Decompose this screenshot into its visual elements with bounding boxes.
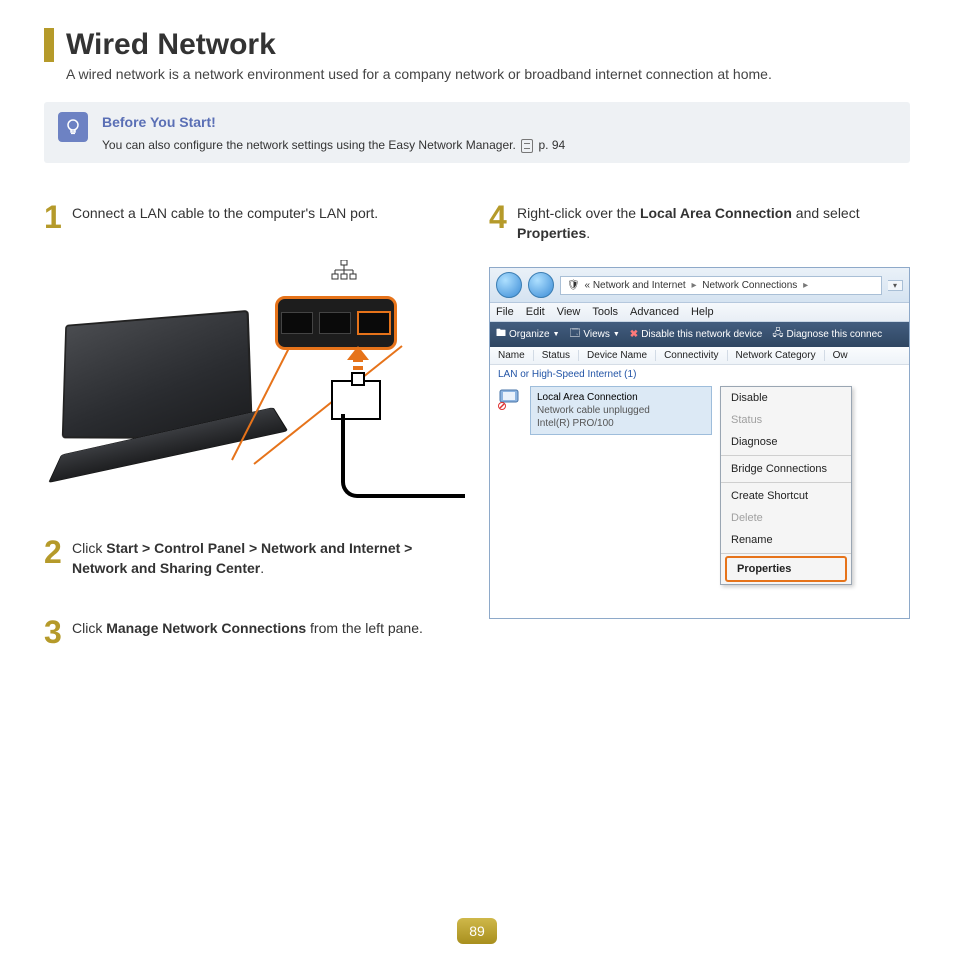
page-ref-icon [521, 139, 533, 153]
callout-title: Before You Start! [102, 114, 565, 130]
context-menu: Disable Status Diagnose Bridge Connectio… [720, 386, 852, 585]
breadcrumb-separator-icon: ▸ [691, 280, 696, 291]
network-connections-window: 🛡 « Network and Internet ▸ Network Conne… [489, 267, 910, 619]
views-icon: 🗔 [570, 326, 581, 343]
local-area-connection-item[interactable]: Local Area Connection Network cable unpl… [530, 386, 712, 435]
step-text: Right-click over the Local Area Connecti… [517, 203, 910, 244]
menu-file[interactable]: File [496, 306, 514, 318]
port-slot [319, 312, 351, 334]
step-4: 4 Right-click over the Local Area Connec… [489, 203, 910, 244]
col-status[interactable]: Status [534, 350, 579, 361]
ctx-status: Status [721, 409, 851, 431]
column-headers: Name Status Device Name Connectivity Net… [490, 347, 909, 365]
ctx-disable[interactable]: Disable [721, 387, 851, 409]
ctx-diagnose[interactable]: Diagnose [721, 431, 851, 453]
toolbar-organize[interactable]: 🖿Organize▼ [496, 326, 560, 343]
disable-x-icon: ✖ [630, 329, 638, 340]
network-port-icon [331, 260, 357, 285]
nav-back-button[interactable] [496, 272, 522, 298]
lan-cable-line [341, 414, 465, 498]
ctx-shortcut[interactable]: Create Shortcut [721, 485, 851, 507]
step-2: 2 Click Start > Control Panel > Network … [44, 538, 465, 579]
title-row: Wired Network [44, 28, 910, 62]
breadcrumb-segment: Network and Internet [593, 280, 686, 291]
ctx-properties-highlighted[interactable]: Properties [725, 556, 847, 582]
ctx-rename[interactable]: Rename [721, 529, 851, 551]
step-number: 1 [44, 203, 64, 232]
connection-status: Network cable unplugged [537, 404, 705, 417]
ctx-separator [721, 482, 851, 483]
breadcrumb-segment: Network Connections [702, 280, 797, 291]
col-connectivity[interactable]: Connectivity [656, 350, 727, 361]
before-you-start-callout: Before You Start! You can also configure… [44, 102, 910, 163]
col-device[interactable]: Device Name [579, 350, 656, 361]
col-name[interactable]: Name [490, 350, 534, 361]
lightbulb-icon [58, 112, 88, 142]
breadcrumb-dropdown[interactable]: ▾ [888, 280, 903, 291]
callout-text: You can also configure the network setti… [102, 138, 565, 153]
menu-edit[interactable]: Edit [526, 306, 545, 318]
callout-page-ref: p. 94 [538, 138, 565, 152]
col-category[interactable]: Network Category [728, 350, 825, 361]
step-text: Click Start > Control Panel > Network an… [72, 538, 465, 579]
toolbar-disable-device[interactable]: ✖Disable this network device [630, 329, 763, 340]
nav-forward-button[interactable] [528, 272, 554, 298]
menu-view[interactable]: View [557, 306, 581, 318]
port-slot [281, 312, 313, 334]
page-number: 89 [457, 918, 497, 944]
section-lan: LAN or High-Speed Internet (1) [490, 365, 909, 384]
connection-icon [498, 388, 524, 410]
title-accent-bar [44, 28, 54, 62]
step-number: 4 [489, 203, 509, 244]
shield-icon: 🛡 [567, 280, 580, 291]
step-number: 2 [44, 538, 64, 579]
page-subtitle: A wired network is a network environment… [66, 66, 910, 82]
window-titlebar: 🛡 « Network and Internet ▸ Network Conne… [490, 268, 909, 303]
callout-text-pre: You can also configure the network setti… [102, 138, 519, 152]
lan-port-highlighted [357, 311, 391, 335]
page-title: Wired Network [66, 28, 276, 62]
breadcrumb-separator-icon: ▸ [803, 280, 808, 291]
chevron-down-icon: ▼ [613, 331, 620, 338]
connection-name: Local Area Connection [537, 391, 705, 404]
ctx-bridge[interactable]: Bridge Connections [721, 458, 851, 480]
window-menubar: File Edit View Tools Advanced Help [490, 303, 909, 322]
toolbar-diagnose[interactable]: 🖧Diagnose this connec [772, 326, 882, 343]
laptop-illustration [44, 256, 465, 508]
address-breadcrumb[interactable]: 🛡 « Network and Internet ▸ Network Conne… [560, 276, 882, 295]
window-toolbar: 🖿Organize▼ 🗔Views▼ ✖Disable this network… [490, 322, 909, 347]
step-number: 3 [44, 618, 64, 647]
diagnose-icon: 🖧 [772, 326, 783, 343]
chevron-down-icon: ▼ [553, 331, 560, 338]
step-text: Connect a LAN cable to the computer's LA… [72, 203, 378, 232]
toolbar-views[interactable]: 🗔Views▼ [570, 326, 620, 343]
menu-advanced[interactable]: Advanced [630, 306, 679, 318]
ctx-separator [721, 455, 851, 456]
folder-icon: 🖿 [496, 326, 506, 343]
step-1: 1 Connect a LAN cable to the computer's … [44, 203, 465, 232]
menu-help[interactable]: Help [691, 306, 714, 318]
ctx-delete: Delete [721, 507, 851, 529]
step-text: Click Manage Network Connections from th… [72, 618, 423, 647]
col-owner[interactable]: Ow [825, 350, 856, 361]
menu-tools[interactable]: Tools [592, 306, 618, 318]
step-3: 3 Click Manage Network Connections from … [44, 618, 465, 647]
port-zoom-callout [275, 296, 397, 350]
connection-device: Intel(R) PRO/100 [537, 417, 705, 430]
ctx-separator [721, 553, 851, 554]
